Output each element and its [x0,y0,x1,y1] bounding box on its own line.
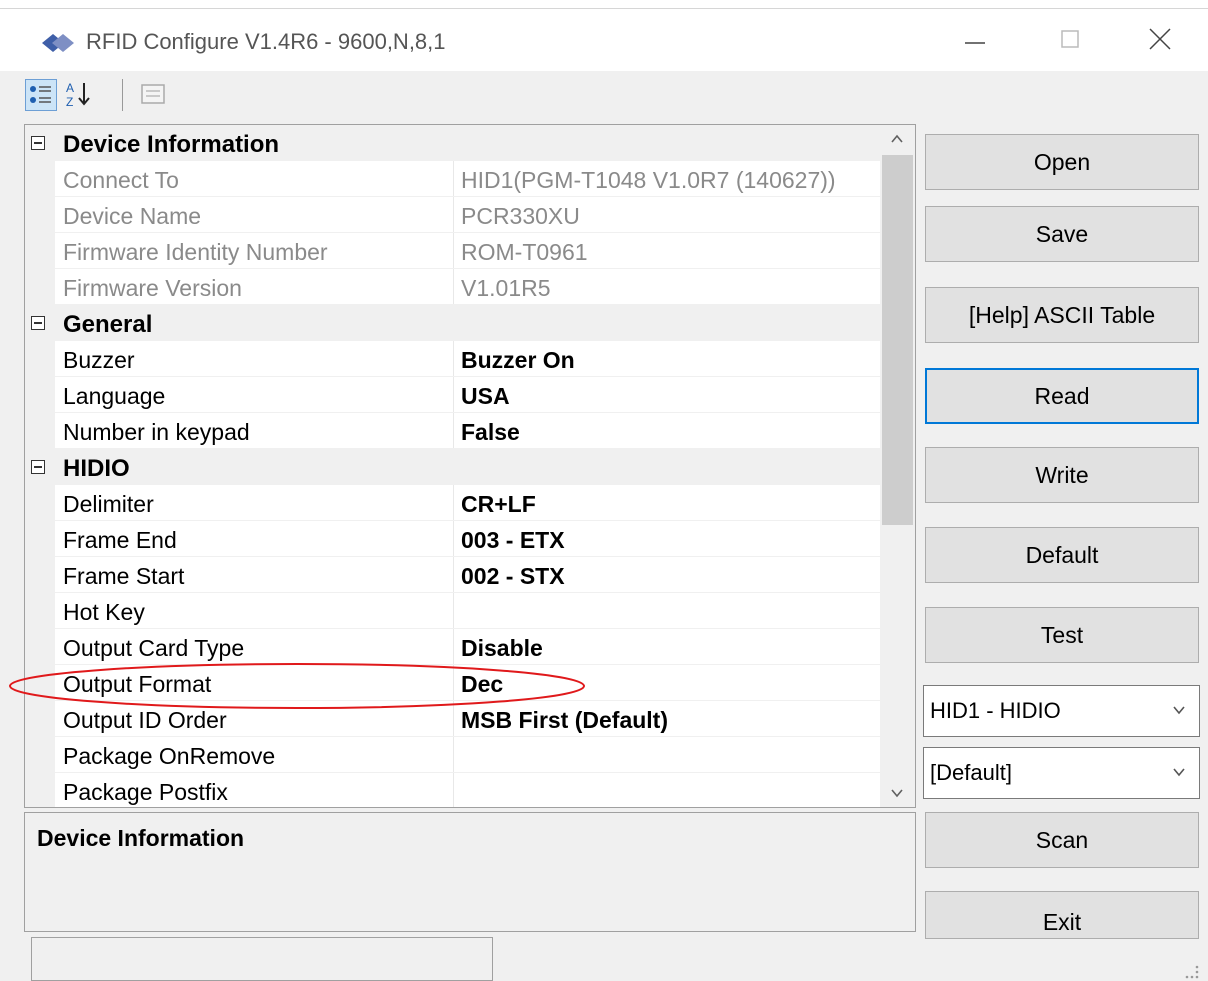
collapse-icon[interactable] [31,136,45,150]
property-value: PCR330XU [461,203,580,229]
property-row-device-name[interactable]: Device Name PCR330XU [25,197,880,233]
property-value[interactable]: CR+LF [461,491,881,518]
device-select[interactable]: HID1 - HIDIO [923,685,1200,737]
toolbar-separator [122,79,123,111]
profile-select-value: [Default] [930,760,1012,785]
test-button[interactable]: Test [925,607,1199,663]
property-row-number-in-keypad[interactable]: Number in keypad False [25,413,880,449]
category-hidio[interactable]: HIDIO [25,449,880,485]
write-button[interactable]: Write [925,447,1199,503]
property-row-firmware-identity-number[interactable]: Firmware Identity Number ROM-T0961 [25,233,880,269]
property-grid-toolbar: A Z [0,71,1208,123]
property-value[interactable]: 002 - STX [461,563,881,590]
property-name: Number in keypad [63,419,250,445]
property-row-frame-end[interactable]: Frame End 003 - ETX [25,521,880,557]
property-name: Language [63,383,166,409]
property-name: Device Name [63,203,202,229]
property-name: Package Postfix [63,779,228,805]
category-general[interactable]: General [25,305,880,341]
property-name: Firmware Version [63,275,242,301]
property-description-panel: Device Information [24,812,916,932]
vertical-scrollbar[interactable] [880,125,915,807]
save-button[interactable]: Save [925,206,1199,262]
property-name: Firmware Identity Number [63,239,328,265]
top-edge [0,0,1208,9]
read-button[interactable]: Read [925,368,1199,424]
property-value: ROM-T0961 [461,239,588,265]
property-value[interactable]: False [461,419,881,446]
property-value[interactable]: Disable [461,635,881,662]
app-logo-icon [42,34,74,52]
collapse-icon[interactable] [31,460,45,474]
profile-select[interactable]: [Default] [923,747,1200,799]
property-name: Delimiter [63,491,154,517]
description-title: Device Information [37,825,245,851]
category-device-information[interactable]: Device Information [25,125,880,161]
property-pages-icon[interactable] [138,79,168,109]
property-row-package-postfix[interactable]: Package Postfix [25,773,880,807]
maximize-icon[interactable] [1050,19,1090,59]
property-row-firmware-version[interactable]: Firmware Version V1.01R5 [25,269,880,305]
minimize-icon[interactable] [955,19,995,59]
close-icon[interactable] [1140,19,1180,59]
property-name: Hot Key [63,599,145,625]
highlight-ellipse [9,663,585,709]
svg-text:A: A [66,81,74,95]
property-row-hot-key[interactable]: Hot Key [25,593,880,629]
property-row-delimiter[interactable]: Delimiter CR+LF [25,485,880,521]
property-name: Connect To [63,167,179,193]
property-name: Output Card Type [63,635,245,661]
svg-text:Z: Z [66,95,73,109]
property-row-frame-start[interactable]: Frame Start 002 - STX [25,557,880,593]
help-ascii-table-button[interactable]: [Help] ASCII Table [925,287,1199,343]
chevron-down-icon[interactable] [1171,764,1187,780]
category-label: General [63,311,153,338]
scrollbar-thumb[interactable] [882,155,913,525]
property-value: HID1(PGM-T1048 V1.0R7 (140627)) [461,167,836,193]
property-name: Frame Start [63,563,185,589]
property-value[interactable]: Buzzer On [461,347,881,374]
device-select-value: HID1 - HIDIO [930,698,1061,723]
property-row-package-onremove[interactable]: Package OnRemove [25,737,880,773]
property-value: V1.01R5 [461,275,551,301]
scan-button[interactable]: Scan [925,812,1199,868]
category-label: Device Information [63,131,280,158]
sort-alphabetical-icon[interactable]: A Z [64,79,94,109]
property-name: Buzzer [63,347,135,373]
collapse-icon[interactable] [31,316,45,330]
resize-grip-icon[interactable] [1180,960,1200,980]
status-bar-panel [31,937,493,981]
open-button[interactable]: Open [925,134,1199,190]
category-label: HIDIO [63,455,130,482]
property-name: Frame End [63,527,177,553]
property-name: Package OnRemove [63,743,276,769]
property-value[interactable]: USA [461,383,881,410]
property-row-language[interactable]: Language USA [25,377,880,413]
categorized-view-icon[interactable] [25,79,57,111]
scroll-up-icon[interactable] [889,131,905,147]
default-button[interactable]: Default [925,527,1199,583]
window-title: RFID Configure V1.4R6 - 9600,N,8,1 [86,29,446,54]
scroll-down-icon[interactable] [889,785,905,801]
exit-button[interactable]: Exit [925,891,1199,939]
property-value[interactable]: 003 - ETX [461,527,881,554]
chevron-down-icon[interactable] [1171,702,1187,718]
property-row-connect-to[interactable]: Connect To HID1(PGM-T1048 V1.0R7 (140627… [25,161,880,197]
title-bar: RFID Configure V1.4R6 - 9600,N,8,1 [0,9,1208,71]
property-row-buzzer[interactable]: Buzzer Buzzer On [25,341,880,377]
